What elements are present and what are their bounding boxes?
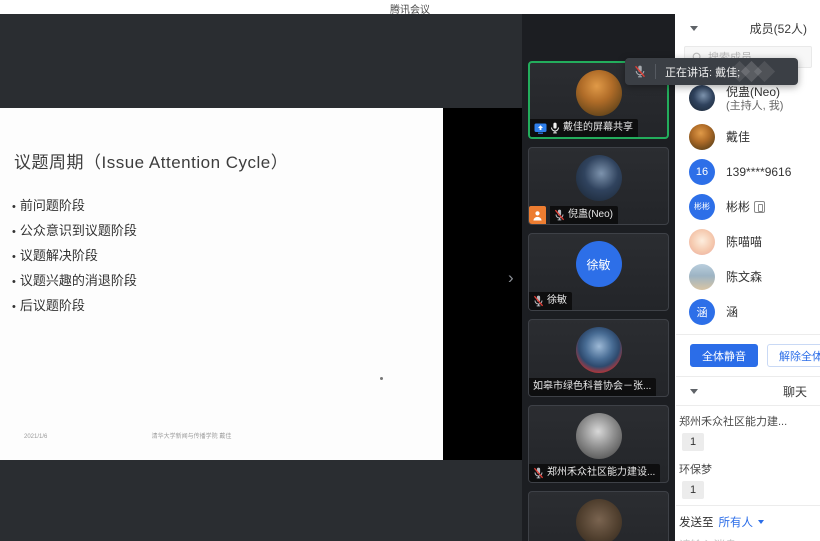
- avatar: [689, 124, 715, 150]
- screen-share-icon: [534, 123, 547, 134]
- video-tile[interactable]: 郑州禾众社区能力建设...: [528, 405, 669, 483]
- tile-participant-name: 徐敏: [547, 293, 567, 309]
- chevron-right-icon[interactable]: ›: [508, 269, 514, 286]
- member-row[interactable]: 涵 涵: [676, 294, 820, 329]
- tile-participant-name: 如皋市绿色科普协会－张...: [533, 379, 651, 395]
- tile-name-label: 如皋市绿色科普协会－张...: [529, 378, 656, 396]
- member-row[interactable]: 16 139****9616: [676, 154, 820, 189]
- hand-raised-icon: [529, 206, 546, 224]
- mic-muted-icon: [554, 209, 565, 221]
- speaking-toast: 正在讲话: 戴佳;: [625, 58, 798, 85]
- chat-input[interactable]: [676, 530, 806, 541]
- member-name: 涵: [726, 303, 738, 320]
- avatar: [576, 413, 622, 459]
- send-to-label: 发送至: [679, 514, 714, 530]
- avatar: [576, 327, 622, 373]
- tile-name-label: 戴佳的屏幕共享: [530, 119, 638, 137]
- slide-bullet: 公众意识到议题阶段: [12, 219, 137, 244]
- chevron-down-icon[interactable]: [758, 520, 764, 524]
- unmute-all-button[interactable]: 解除全体静音: [767, 344, 820, 367]
- members-panel-title: 成员(52人): [750, 20, 807, 37]
- video-tile[interactable]: 徐敏 徐敏: [528, 233, 669, 311]
- mic-muted-icon: [533, 467, 544, 479]
- avatar: [576, 155, 622, 201]
- video-tile[interactable]: 倪蛊(Neo): [528, 147, 669, 225]
- member-name: 倪蛊(Neo): [726, 83, 783, 100]
- member-list: 倪蛊(Neo) (主持人, 我) 戴佳 16 139****9616 彬彬 彬彬…: [676, 77, 820, 329]
- slide-bullet: 后议题阶段: [12, 294, 137, 319]
- chat-message-list: 郑州禾众社区能力建... 1 环保梦 1: [676, 406, 820, 505]
- members-panel-header: 成员(52人): [676, 14, 820, 42]
- tile-name-label: 徐敏: [529, 292, 572, 310]
- collapse-chat-icon[interactable]: [690, 389, 698, 394]
- video-tile[interactable]: [528, 491, 669, 541]
- tencent-meeting-window: 腾讯会议 议题周期（Issue Attention Cycle） 前问题阶段 公…: [0, 0, 820, 541]
- avatar: 徐敏: [576, 241, 622, 287]
- avatar: 彬彬: [689, 194, 715, 220]
- chat-message: 1: [682, 481, 704, 499]
- mic-on-icon: [550, 122, 560, 134]
- screen-share-area: 议题周期（Issue Attention Cycle） 前问题阶段 公众意识到议…: [0, 14, 522, 541]
- member-name: 彬彬: [726, 198, 765, 215]
- collapse-members-icon[interactable]: [690, 26, 698, 31]
- chat-sender: 郑州禾众社区能力建...: [679, 413, 812, 429]
- chat-message: 1: [682, 433, 704, 451]
- avatar: 16: [689, 159, 715, 185]
- chat-sender: 环保梦: [679, 461, 812, 477]
- tile-participant-name: 倪蛊(Neo): [568, 207, 613, 223]
- mic-muted-icon: [533, 295, 544, 307]
- avatar: [689, 85, 715, 111]
- member-row[interactable]: 彬彬 彬彬: [676, 189, 820, 224]
- member-name: 陈喵喵: [726, 233, 762, 250]
- send-to-selector[interactable]: 所有人: [719, 514, 754, 530]
- avatar: [689, 229, 715, 255]
- mute-controls: 全体静音 解除全体静音: [676, 335, 820, 376]
- member-name: 陈文森: [726, 268, 762, 285]
- chat-panel-title: 聊天: [783, 383, 807, 400]
- video-tile[interactable]: 如皋市绿色科普协会－张...: [528, 319, 669, 397]
- member-row[interactable]: 陈文森: [676, 259, 820, 294]
- slide-bullet: 议题解决阶段: [12, 244, 137, 269]
- avatar: [576, 499, 622, 541]
- mic-muted-icon: [625, 65, 655, 78]
- slide-bullet: 议题兴趣的消退阶段: [12, 269, 137, 294]
- tile-name-label: 郑州禾众社区能力建设...: [529, 464, 660, 482]
- phone-badge-icon: [754, 201, 765, 213]
- presentation-slide: 议题周期（Issue Attention Cycle） 前问题阶段 公众意识到议…: [0, 108, 443, 460]
- member-row[interactable]: 陈喵喵: [676, 224, 820, 259]
- speaking-text: 正在讲话: 戴佳;: [656, 64, 740, 80]
- member-name: 139****9616: [726, 165, 791, 179]
- avatar: [576, 70, 622, 116]
- avatar: [689, 264, 715, 290]
- slide-title: 议题周期（Issue Attention Cycle）: [14, 148, 288, 173]
- video-thumbnail-strip: 戴佳的屏幕共享 倪蛊(Neo) 徐敏: [522, 14, 675, 541]
- tile-participant-name: 郑州禾众社区能力建设...: [547, 465, 655, 481]
- avatar: 涵: [689, 299, 715, 325]
- chat-panel-header: 聊天: [676, 377, 820, 405]
- mute-all-button[interactable]: 全体静音: [690, 344, 758, 367]
- slide-bullet: 前问题阶段: [12, 194, 137, 219]
- member-row[interactable]: 戴佳: [676, 119, 820, 154]
- window-titlebar: 腾讯会议: [0, 0, 820, 14]
- member-role: (主持人, 我): [726, 100, 783, 113]
- right-sidebar: 成员(52人) 搜索成员 倪蛊(Neo) (主持人, 我) 戴佳 16: [676, 14, 820, 541]
- slide-bullet-list: 前问题阶段 公众意识到议题阶段 议题解决阶段 议题兴趣的消退阶段 后议题阶段: [12, 194, 137, 319]
- tile-name-label: 倪蛊(Neo): [550, 206, 618, 224]
- pointer-dot: [380, 377, 383, 380]
- tile-participant-name: 戴佳的屏幕共享: [563, 120, 633, 136]
- diamond-decoration: [730, 61, 776, 82]
- member-name: 戴佳: [726, 128, 750, 145]
- slide-footer-credit: 清华大学新闻与传播学院 戴佳: [0, 431, 383, 440]
- send-to-row: 发送至 所有人: [676, 506, 820, 530]
